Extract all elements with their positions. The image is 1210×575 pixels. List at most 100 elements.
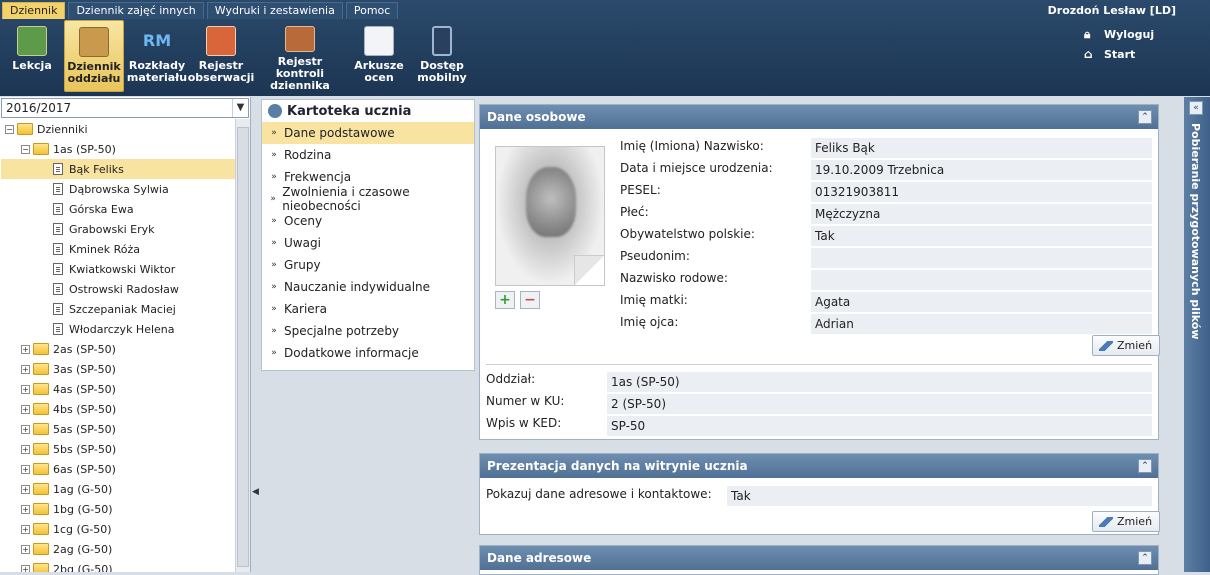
expand-icon[interactable]: + bbox=[21, 564, 30, 572]
tree-student[interactable]: Kminek Róża bbox=[1, 239, 235, 259]
expand-icon[interactable]: + bbox=[21, 484, 30, 494]
collapse-icon[interactable]: − bbox=[21, 144, 30, 154]
remove-photo-button[interactable]: − bbox=[520, 291, 540, 309]
tree-class[interactable]: +5bs (SP-50) bbox=[1, 439, 235, 459]
start-label: Start bbox=[1104, 47, 1136, 61]
tree-student-label: Bąk Feliks bbox=[69, 162, 124, 176]
section-title: Dane osobowe bbox=[487, 110, 586, 124]
menu-tab-dziennik-zajec-innych[interactable]: Dziennik zajęć innych bbox=[68, 2, 204, 19]
tree-student-label: Kminek Róża bbox=[69, 242, 140, 256]
expand-icon[interactable]: + bbox=[21, 544, 30, 554]
panel-splitter[interactable]: ◀ bbox=[251, 97, 259, 572]
photo-buttons: + − bbox=[495, 291, 545, 309]
expand-icon[interactable]: + bbox=[21, 424, 30, 434]
expand-icon[interactable]: + bbox=[21, 504, 30, 514]
expand-icon[interactable]: + bbox=[21, 364, 30, 374]
menu-tab-pomoc[interactable]: Pomoc bbox=[345, 2, 399, 19]
expand-icon[interactable]: + bbox=[21, 524, 30, 534]
tree-student[interactable]: Włodarczyk Helena bbox=[1, 319, 235, 339]
scrollbar-thumb[interactable] bbox=[237, 127, 249, 567]
collapse-section-icon[interactable]: ⌃ bbox=[1138, 551, 1152, 565]
folder-icon bbox=[33, 503, 49, 515]
downloads-panel[interactable]: « Pobieranie przygotowanych plików bbox=[1184, 97, 1210, 572]
tree-student[interactable]: Grabowski Eryk bbox=[1, 219, 235, 239]
record-nav-item[interactable]: » Zwolnienia i czasowe nieobecności bbox=[262, 185, 474, 213]
record-nav-item[interactable]: » Kariera bbox=[262, 298, 474, 320]
student-file-icon bbox=[53, 183, 63, 195]
folder-icon bbox=[33, 403, 49, 415]
expand-icon[interactable]: + bbox=[21, 444, 30, 454]
student-icon bbox=[268, 104, 282, 118]
photo-page-curl bbox=[574, 255, 604, 285]
tree-class[interactable]: +1cg (G-50) bbox=[1, 519, 235, 539]
tree-class[interactable]: +2ag (G-50) bbox=[1, 539, 235, 559]
record-nav-item[interactable]: » Grupy bbox=[262, 254, 474, 276]
toolbar-rejestr-kontroli-button[interactable]: Rejestr kontroli dziennika bbox=[252, 20, 348, 92]
record-nav-item[interactable]: » Dane podstawowe bbox=[262, 122, 474, 144]
tree-class[interactable]: +4as (SP-50) bbox=[1, 379, 235, 399]
menu-tab-dziennik[interactable]: Dziennik bbox=[2, 2, 66, 19]
toolbar-dostep-mobilny-button[interactable]: Dostęp mobilny bbox=[410, 20, 474, 92]
chevron-down-icon[interactable]: ▼ bbox=[232, 99, 248, 117]
tree-scrollbar[interactable] bbox=[235, 119, 250, 572]
toolbar-rozklady-button[interactable]: RM Rozkłady materiału bbox=[124, 20, 190, 92]
edit-personal-button[interactable]: Zmień bbox=[1092, 335, 1161, 356]
tree-student-label: Grabowski Eryk bbox=[69, 222, 155, 236]
record-nav-list: » Dane podstawowe » Rodzina » Frekwencja » Zwol… bbox=[262, 122, 474, 364]
tree-student[interactable]: Dąbrowska Sylwia bbox=[1, 179, 235, 199]
tree-student[interactable]: Szczepaniak Maciej bbox=[1, 299, 235, 319]
record-nav-item[interactable]: » Rodzina bbox=[262, 144, 474, 166]
toolbar-dziennik-oddzialu-button[interactable]: Dziennik oddziału bbox=[64, 20, 124, 92]
tree-class[interactable]: +5as (SP-50) bbox=[1, 419, 235, 439]
edit-presentation-button[interactable]: Zmień bbox=[1092, 511, 1161, 532]
presentation-section: Prezentacja danych na witrynie ucznia ⌃ … bbox=[479, 453, 1161, 535]
record-nav-item[interactable]: » Dodatkowe informacje bbox=[262, 342, 474, 364]
tree-student[interactable]: Ostrowski Radosław bbox=[1, 279, 235, 299]
logout-link[interactable]: 🔒︎ Wyloguj bbox=[1084, 24, 1154, 44]
expand-panel-icon[interactable]: « bbox=[1189, 101, 1203, 115]
tree-class[interactable]: +2bg (G-50) bbox=[1, 559, 235, 572]
expand-icon[interactable]: + bbox=[21, 344, 30, 354]
collapse-left-icon[interactable]: ◀ bbox=[252, 487, 259, 497]
expand-icon[interactable]: + bbox=[21, 404, 30, 414]
tree-student[interactable]: Bąk Feliks bbox=[1, 159, 235, 179]
toolbar-label: obserwacji bbox=[187, 71, 255, 84]
class-tree: − Dzienniki − 1as (SP-50) Bąk Feliks Dąbr… bbox=[1, 119, 235, 572]
tree-class[interactable]: +4bs (SP-50) bbox=[1, 399, 235, 419]
collapse-icon[interactable]: − bbox=[5, 124, 14, 134]
record-nav-item[interactable]: » Nauczanie indywidualne bbox=[262, 276, 474, 298]
folder-icon bbox=[33, 523, 49, 535]
pencil-icon bbox=[1099, 516, 1113, 527]
tree-student[interactable]: Górska Ewa bbox=[1, 199, 235, 219]
tree-class-open[interactable]: − 1as (SP-50) bbox=[1, 139, 235, 159]
double-chevron-icon: » bbox=[271, 172, 277, 182]
tree-class-label: 4bs (SP-50) bbox=[53, 402, 117, 416]
tree-student[interactable]: Kwiatkowski Wiktor bbox=[1, 259, 235, 279]
record-nav-item[interactable]: » Oceny bbox=[262, 210, 474, 232]
school-year-select[interactable]: 2016/2017 ▼ bbox=[1, 98, 249, 118]
record-nav-item[interactable]: » Uwagi bbox=[262, 232, 474, 254]
tree-class[interactable]: +2as (SP-50) bbox=[1, 339, 235, 359]
toolbar-arkusze-ocen-button[interactable]: Arkusze ocen bbox=[348, 20, 410, 92]
collapse-section-icon[interactable]: ⌃ bbox=[1138, 110, 1152, 124]
section-divider bbox=[486, 364, 1152, 365]
section-title: Prezentacja danych na witrynie ucznia bbox=[487, 459, 748, 473]
tree-class[interactable]: +1bg (G-50) bbox=[1, 499, 235, 519]
start-link[interactable]: ⌂ Start bbox=[1084, 44, 1154, 64]
tree-class[interactable]: +3as (SP-50) bbox=[1, 359, 235, 379]
collapse-section-icon[interactable]: ⌃ bbox=[1138, 459, 1152, 473]
record-nav-item[interactable]: » Specjalne potrzeby bbox=[262, 320, 474, 342]
folder-icon bbox=[33, 383, 49, 395]
toolbar-lekcja-button[interactable]: Lekcja bbox=[0, 20, 64, 92]
tree-root[interactable]: − Dzienniki bbox=[1, 119, 235, 139]
tree-class[interactable]: +6as (SP-50) bbox=[1, 459, 235, 479]
tree-class[interactable]: +1ag (G-50) bbox=[1, 479, 235, 499]
toolbar-rejestr-obserwacji-button[interactable]: Rejestr obserwacji bbox=[187, 20, 255, 92]
menu-tab-wydruki[interactable]: Wydruki i zestawienia bbox=[206, 2, 343, 19]
downloads-panel-label: Pobieranie przygotowanych plików bbox=[1189, 123, 1202, 340]
double-chevron-icon: » bbox=[271, 282, 277, 292]
student-file-icon bbox=[53, 303, 63, 315]
expand-icon[interactable]: + bbox=[21, 464, 30, 474]
add-photo-button[interactable]: + bbox=[495, 291, 515, 309]
expand-icon[interactable]: + bbox=[21, 384, 30, 394]
